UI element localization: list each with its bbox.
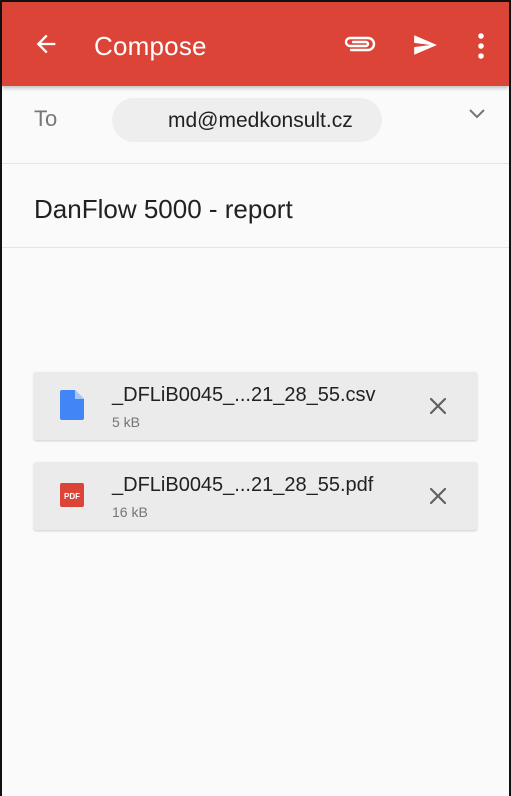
subject-field[interactable]: DanFlow 5000 - report (2, 164, 509, 248)
attachment-item[interactable]: PDF _DFLiB0045_...21_28_55.pdf 16 kB (34, 462, 477, 530)
close-icon[interactable] (428, 396, 448, 416)
to-label: To (34, 106, 58, 131)
subject-text: DanFlow 5000 - report (34, 194, 293, 224)
page-title: Compose (94, 31, 207, 61)
compose-screen: Compose To md@medkonsult.cz DanFlow 5000… (0, 0, 511, 796)
paperclip-icon[interactable] (342, 34, 376, 54)
attachment-size: 16 kB (112, 504, 148, 520)
app-bar: Compose (2, 2, 509, 86)
svg-text:PDF: PDF (64, 492, 80, 501)
message-body[interactable]: _DFLiB0045_...21_28_55.csv 5 kB PDF _DFL… (2, 248, 509, 796)
arrow-back-icon[interactable] (32, 30, 60, 58)
attachment-item[interactable]: _DFLiB0045_...21_28_55.csv 5 kB (34, 372, 477, 440)
send-icon[interactable] (410, 32, 440, 58)
close-icon[interactable] (428, 486, 448, 506)
attachment-size: 5 kB (112, 414, 141, 430)
recipient-row: To md@medkonsult.cz (2, 86, 509, 164)
chevron-down-icon[interactable] (468, 108, 486, 120)
recipient-chip[interactable]: md@medkonsult.cz (112, 98, 382, 142)
recipient-email: md@medkonsult.cz (168, 109, 353, 132)
attachment-name: _DFLiB0045_...21_28_55.csv (112, 384, 376, 406)
more-vert-icon[interactable] (476, 32, 486, 60)
attachment-name: _DFLiB0045_...21_28_55.pdf (112, 474, 374, 496)
document-icon (60, 390, 84, 420)
pdf-icon: PDF (60, 483, 84, 507)
